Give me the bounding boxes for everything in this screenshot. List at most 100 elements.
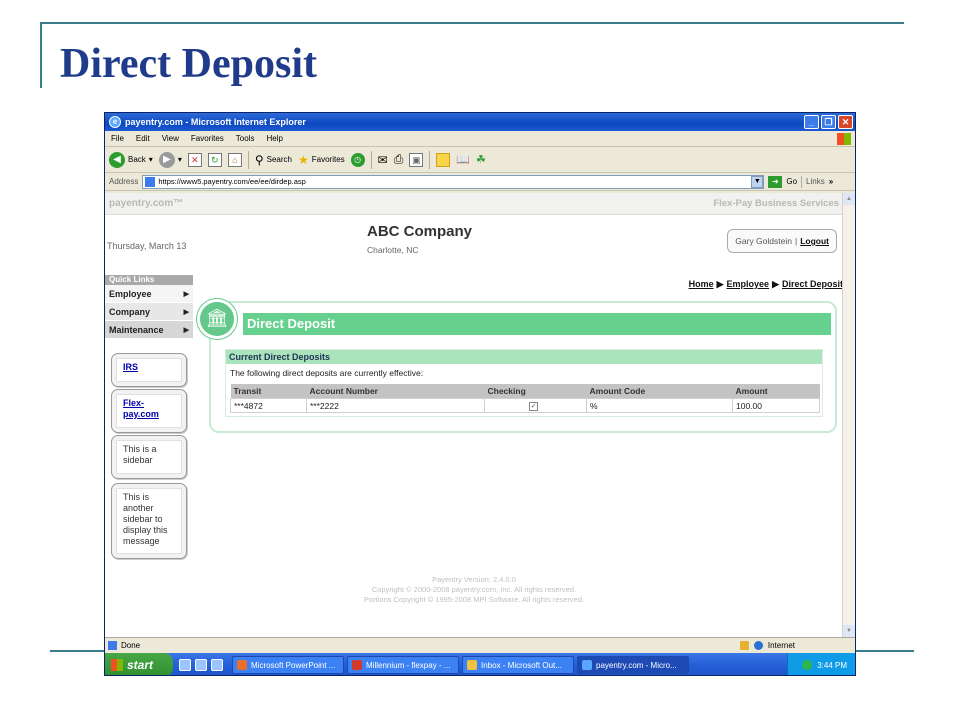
forward-button[interactable]: ▶ ▾ bbox=[158, 151, 182, 168]
restore-icon[interactable]: ❐ bbox=[821, 115, 836, 129]
page-scrollbar[interactable]: ▲ ▼ bbox=[842, 193, 855, 637]
menu-edit[interactable]: Edit bbox=[136, 134, 150, 143]
triangle-right-icon: ▶ bbox=[183, 308, 189, 316]
chevron-down-icon[interactable]: ▾ bbox=[178, 155, 182, 164]
triangle-right-icon: ▶ bbox=[183, 326, 189, 334]
panel-title: Direct Deposit bbox=[243, 313, 831, 335]
address-input[interactable]: https://www5.payentry.com/ee/ee/dirdep.a… bbox=[142, 174, 765, 189]
irs-link[interactable]: IRS bbox=[116, 358, 182, 382]
history-icon[interactable]: ◷ bbox=[350, 152, 365, 167]
search-button[interactable]: ⚲ Search bbox=[255, 153, 292, 167]
task-label: payentry.com - Micro... bbox=[596, 660, 677, 670]
slide-title: Direct Deposit bbox=[60, 41, 317, 87]
go-arrow-icon[interactable]: ➜ bbox=[768, 175, 783, 188]
page-icon bbox=[108, 641, 117, 650]
menu-view[interactable]: View bbox=[162, 134, 179, 143]
favorites-button[interactable]: ★ Favorites bbox=[298, 153, 345, 167]
media-icon[interactable] bbox=[211, 659, 223, 671]
quick-link-maintenance[interactable]: Maintenance ▶ bbox=[105, 321, 193, 339]
breadcrumb-employee[interactable]: Employee bbox=[727, 279, 770, 290]
footer-version: Payentry Version: 2.4.0.0 bbox=[432, 575, 516, 584]
go-button[interactable]: Go bbox=[786, 177, 797, 186]
links-button[interactable]: Links bbox=[806, 177, 825, 186]
chevron-down-icon[interactable]: ▾ bbox=[149, 155, 153, 164]
address-dropdown-icon[interactable]: ▼ bbox=[751, 175, 764, 188]
quick-launch bbox=[173, 659, 229, 671]
status-zone: Internet bbox=[739, 641, 855, 650]
sidebar-message: This is a sidebar bbox=[116, 440, 182, 474]
edit-icon[interactable]: ▣ bbox=[409, 152, 424, 167]
outlook-icon[interactable] bbox=[195, 659, 207, 671]
scroll-down-icon[interactable]: ▼ bbox=[843, 625, 855, 637]
window-titlebar: e payentry.com - Microsoft Internet Expl… bbox=[105, 113, 855, 131]
clock: 3:44 PM bbox=[817, 660, 847, 670]
toolbar-separator bbox=[247, 150, 249, 169]
globe-icon bbox=[753, 641, 763, 650]
mail-icon[interactable]: ✉ bbox=[378, 153, 388, 167]
quick-link-company[interactable]: Company ▶ bbox=[105, 303, 193, 321]
forward-arrow-icon: ▶ bbox=[158, 151, 175, 168]
menu-bar: File Edit View Favorites Tools Help bbox=[105, 131, 855, 147]
minimize-icon[interactable]: _ bbox=[804, 115, 819, 129]
zone-label: Internet bbox=[767, 641, 795, 650]
breadcrumb: Home ▶ Employee ▶ Direct Deposit bbox=[689, 279, 843, 290]
task-label: Inbox - Microsoft Out... bbox=[481, 660, 562, 670]
ie-icon[interactable] bbox=[179, 659, 191, 671]
breadcrumb-current[interactable]: Direct Deposit bbox=[782, 279, 843, 290]
site-logo[interactable]: payentry.com™ bbox=[109, 198, 183, 209]
task-ie[interactable]: payentry.com - Micro... bbox=[577, 656, 689, 674]
stop-icon[interactable]: ✕ bbox=[187, 152, 202, 167]
toolbar-separator bbox=[370, 150, 372, 169]
section-description: The following direct deposits are curren… bbox=[230, 368, 424, 378]
task-outlook[interactable]: Inbox - Microsoft Out... bbox=[462, 656, 574, 674]
page-icon bbox=[145, 176, 156, 187]
checkbox-checked-icon: ✓ bbox=[529, 402, 538, 411]
status-text: Done bbox=[121, 641, 141, 650]
quick-link-employee[interactable]: Employee ▶ bbox=[105, 285, 193, 303]
flexpay-link[interactable]: Flex-pay.com bbox=[116, 394, 182, 428]
status-bar: Done Internet bbox=[105, 637, 855, 653]
chevron-right-icon[interactable]: » bbox=[829, 177, 833, 186]
messenger-icon[interactable]: ☘ bbox=[476, 153, 486, 166]
menu-favorites[interactable]: Favorites bbox=[191, 134, 224, 143]
start-button[interactable]: start bbox=[105, 653, 173, 675]
sidebar-message: This is another sidebar to display this … bbox=[116, 488, 182, 554]
table-row: ***4872 ***2222 ✓ % 100.00 bbox=[230, 398, 820, 413]
close-icon[interactable]: ✕ bbox=[838, 115, 853, 129]
sidebar-box-message-1: This is a sidebar bbox=[111, 435, 187, 479]
menu-tools[interactable]: Tools bbox=[236, 134, 255, 143]
current-date: Thursday, March 13 bbox=[107, 241, 187, 251]
back-button[interactable]: ◀ Back ▾ bbox=[109, 151, 153, 168]
breadcrumb-home[interactable]: Home bbox=[689, 279, 714, 290]
slide-accent-line-vertical bbox=[40, 22, 42, 88]
task-millennium[interactable]: Millennium - flexpay - ... bbox=[347, 656, 459, 674]
taskbar: start Microsoft PowerPoint ... Millenniu… bbox=[105, 653, 855, 675]
quick-link-label: Maintenance bbox=[109, 324, 164, 335]
folder-icon[interactable] bbox=[436, 152, 451, 167]
browser-toolbar: ◀ Back ▾ ▶ ▾ ✕ ↻ ⌂ ⚲ Search ★ Favorites … bbox=[105, 147, 855, 173]
print-icon[interactable]: ⎙ bbox=[394, 152, 404, 167]
refresh-icon[interactable]: ↻ bbox=[207, 152, 222, 167]
cell-amount-code: % bbox=[586, 398, 733, 413]
home-icon[interactable]: ⌂ bbox=[227, 152, 242, 167]
task-label: Millennium - flexpay - ... bbox=[366, 660, 451, 670]
breadcrumb-arrow-icon: ▶ bbox=[716, 279, 724, 289]
slide-accent-line-top bbox=[40, 22, 904, 24]
company-location: Charlotte, NC bbox=[367, 245, 419, 255]
search-label: Search bbox=[266, 155, 292, 164]
cell-transit: ***4872 bbox=[230, 398, 307, 413]
lock-icon bbox=[739, 641, 749, 650]
research-icon[interactable]: 📖 bbox=[456, 153, 470, 166]
logout-link[interactable]: Logout bbox=[800, 236, 829, 246]
menu-help[interactable]: Help bbox=[266, 134, 282, 143]
task-powerpoint[interactable]: Microsoft PowerPoint ... bbox=[232, 656, 344, 674]
deposits-table: Transit Account Number Checking Amount C… bbox=[230, 384, 820, 413]
toolbar-separator bbox=[429, 150, 431, 169]
tray-icon[interactable] bbox=[802, 660, 813, 670]
menu-file[interactable]: File bbox=[111, 134, 124, 143]
scroll-up-icon[interactable]: ▲ bbox=[843, 193, 855, 205]
windows-logo-icon bbox=[111, 659, 123, 671]
address-bar: Address https://www5.payentry.com/ee/ee/… bbox=[105, 173, 855, 191]
task-label: Microsoft PowerPoint ... bbox=[251, 660, 336, 670]
favorites-label: Favorites bbox=[311, 155, 345, 164]
